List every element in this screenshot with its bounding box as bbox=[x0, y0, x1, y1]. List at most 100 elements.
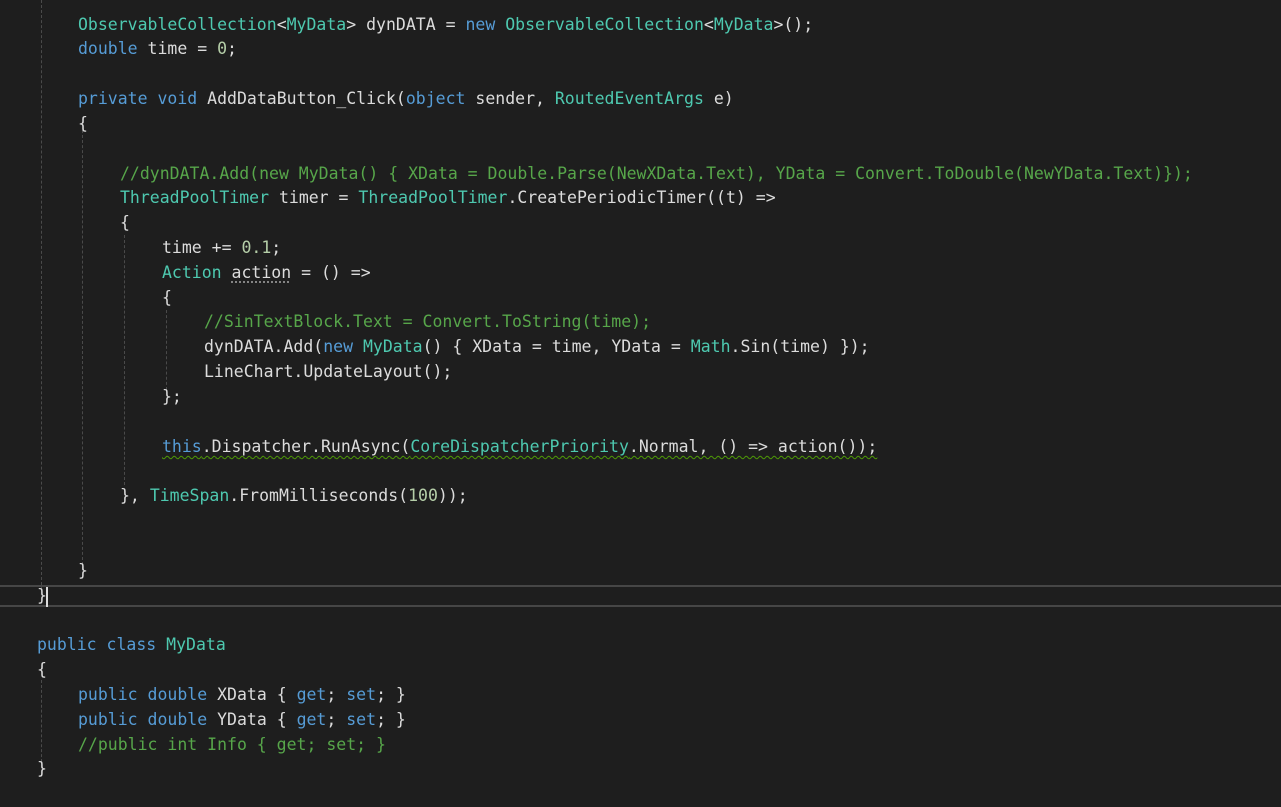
code-line[interactable]: ObservableCollection<MyData> dynDATA = n… bbox=[78, 13, 813, 38]
code-token: MyData bbox=[362, 337, 423, 356]
code-token: void bbox=[157, 89, 198, 108]
code-token: double bbox=[147, 685, 208, 704]
code-token: < bbox=[703, 15, 714, 34]
code-token: { bbox=[120, 213, 130, 232]
code-token: object bbox=[405, 89, 466, 108]
code-token: ; bbox=[326, 710, 347, 729]
code-token: }, bbox=[120, 486, 150, 505]
code-token: ; } bbox=[376, 685, 406, 704]
code-token: >(); bbox=[773, 15, 814, 34]
code-token: ThreadPoolTimer bbox=[358, 188, 508, 207]
code-token: new bbox=[465, 15, 496, 34]
code-line[interactable]: Action action = () => bbox=[162, 261, 371, 286]
code-line[interactable]: public double XData { get; set; } bbox=[78, 683, 406, 708]
code-token: e) bbox=[703, 89, 734, 108]
code-line[interactable]: { bbox=[78, 112, 88, 137]
code-token: } bbox=[37, 759, 47, 778]
code-line[interactable]: LineChart.UpdateLayout(); bbox=[204, 360, 452, 385]
code-token: )); bbox=[437, 486, 468, 505]
code-line[interactable]: { bbox=[120, 211, 130, 236]
code-line[interactable]: //dynDATA.Add(new MyData() { XData = Dou… bbox=[120, 162, 1193, 187]
code-token: .Dispatcher.RunAsync( bbox=[201, 437, 411, 456]
code-token: YData { bbox=[207, 710, 297, 729]
code-token: double bbox=[78, 39, 138, 58]
code-token: ; } bbox=[376, 710, 406, 729]
code-token: //SinTextBlock.Text = Convert.ToString(t… bbox=[204, 312, 652, 331]
code-token: ObservableCollection bbox=[78, 15, 277, 34]
code-token: class bbox=[106, 635, 157, 654]
code-line[interactable]: }, TimeSpan.FromMilliseconds(100)); bbox=[120, 484, 468, 509]
code-token: dynDATA.Add( bbox=[204, 337, 324, 356]
code-line[interactable]: private void AddDataButton_Click(object … bbox=[78, 87, 734, 112]
code-token: }; bbox=[162, 387, 182, 406]
code-token: get bbox=[296, 710, 327, 729]
code-line[interactable]: //public int Info { get; set; } bbox=[78, 733, 386, 758]
code-line[interactable]: double time = 0; bbox=[78, 37, 237, 62]
code-token: RoutedEventArgs bbox=[554, 89, 704, 108]
code-token: AddDataButton_Click( bbox=[197, 89, 406, 108]
code-token: //dynDATA.Add(new MyData() { XData = Dou… bbox=[120, 164, 1193, 183]
code-token: ; bbox=[326, 685, 347, 704]
code-line[interactable]: this.Dispatcher.RunAsync(CoreDispatcherP… bbox=[162, 435, 877, 460]
code-token: .Sin(time) }); bbox=[730, 337, 870, 356]
code-token: time += bbox=[162, 238, 242, 257]
code-line[interactable]: public class MyData bbox=[37, 633, 226, 658]
code-token: set bbox=[346, 710, 377, 729]
code-line[interactable]: time += 0.1; bbox=[162, 236, 281, 261]
code-token: { bbox=[37, 660, 47, 679]
code-token: timer = bbox=[269, 188, 359, 207]
code-token: XData { bbox=[207, 685, 297, 704]
code-token: MyData bbox=[286, 15, 347, 34]
indent-guide bbox=[41, 680, 42, 762]
code-token: { bbox=[78, 114, 88, 133]
text-caret bbox=[46, 587, 48, 607]
code-token: sender, bbox=[465, 89, 555, 108]
code-line[interactable]: //SinTextBlock.Text = Convert.ToString(t… bbox=[204, 310, 651, 335]
code-token: ; bbox=[227, 39, 237, 58]
current-line-highlight bbox=[0, 585, 1281, 607]
indent-guide bbox=[82, 130, 83, 570]
code-token: () { XData = time, YData = bbox=[422, 337, 691, 356]
code-token: 0 bbox=[217, 39, 228, 58]
code-line[interactable]: dynDATA.Add(new MyData() { XData = time,… bbox=[204, 335, 870, 360]
code-token: this bbox=[162, 437, 202, 456]
code-token: { bbox=[162, 288, 172, 307]
code-token: ; bbox=[271, 238, 282, 257]
code-line[interactable]: { bbox=[162, 286, 172, 311]
code-token: ThreadPoolTimer bbox=[120, 188, 270, 207]
code-line[interactable]: } bbox=[37, 757, 47, 782]
code-line[interactable]: { bbox=[37, 658, 47, 683]
code-token: Math bbox=[690, 337, 731, 356]
indent-guide bbox=[124, 235, 125, 485]
code-line[interactable]: } bbox=[78, 559, 88, 584]
code-token: = () => bbox=[291, 263, 371, 282]
code-line[interactable]: ThreadPoolTimer timer = ThreadPoolTimer.… bbox=[120, 186, 776, 211]
indent-guide bbox=[41, 0, 42, 590]
code-editor[interactable]: ObservableCollection<MyData> dynDATA = n… bbox=[0, 0, 1281, 807]
code-token: new bbox=[323, 337, 354, 356]
code-token: public bbox=[78, 685, 138, 704]
code-token: .Normal, () => action()); bbox=[628, 437, 878, 456]
code-token: MyData bbox=[166, 635, 226, 654]
code-token: private bbox=[78, 89, 148, 108]
code-token: get bbox=[296, 685, 327, 704]
code-token: 0.1 bbox=[241, 238, 272, 257]
code-token: double bbox=[147, 710, 208, 729]
code-token: public bbox=[78, 710, 138, 729]
code-line[interactable]: }; bbox=[162, 385, 182, 410]
code-token: 100 bbox=[408, 486, 438, 505]
code-line[interactable]: public double YData { get; set; } bbox=[78, 708, 406, 733]
code-token: LineChart.UpdateLayout(); bbox=[204, 362, 453, 381]
code-token: } bbox=[78, 561, 88, 580]
code-token: //public int Info { get; set; } bbox=[78, 735, 386, 754]
code-token: time = bbox=[137, 39, 218, 58]
code-token: set bbox=[346, 685, 377, 704]
indent-guide bbox=[166, 310, 167, 390]
